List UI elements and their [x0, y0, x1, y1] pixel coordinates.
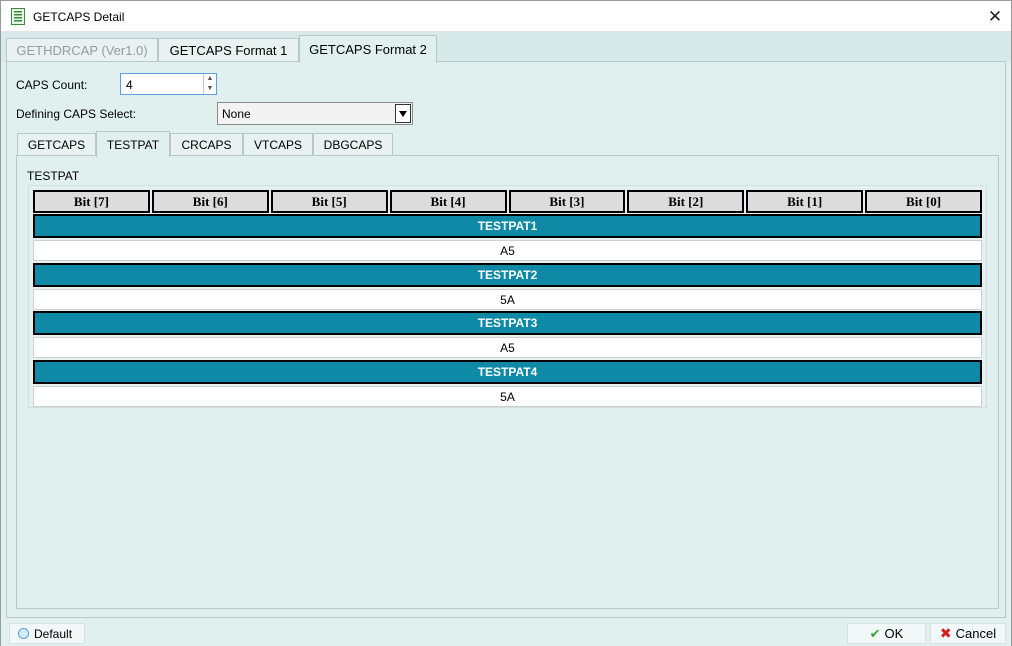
tab-gethdrcap[interactable]: GETHDRCAP (Ver1.0) [6, 38, 158, 62]
tab-vtcaps[interactable]: VTCAPS [243, 133, 313, 156]
tab-crcaps[interactable]: CRCAPS [170, 133, 243, 156]
default-label: Default [34, 626, 73, 641]
chevron-up-icon[interactable]: ▲ [204, 74, 216, 84]
check-icon: ✔ [869, 625, 881, 641]
testpat2-value[interactable]: 5A [33, 289, 982, 310]
testpat3-value[interactable]: A5 [33, 337, 982, 358]
x-icon: ✖ [939, 625, 952, 641]
radio-icon [18, 628, 29, 639]
tab-testpat[interactable]: TESTPAT [96, 131, 170, 157]
caps-count-value: 4 [126, 78, 133, 92]
defining-caps-select[interactable]: None [217, 102, 413, 125]
cancel-button[interactable]: ✖ Cancel [930, 623, 1006, 644]
defining-caps-value: None [222, 107, 251, 121]
testpat-grid: Bit [7] Bit [6] Bit [5] Bit [4] Bit [3] … [28, 185, 987, 408]
getcaps-detail-window: GETCAPS Detail ✕ GETHDRCAP (Ver1.0) GETC… [0, 0, 1012, 646]
bit-header-4: Bit [4] [389, 190, 507, 213]
status-bar: Default ✔ OK ✖ Cancel [1, 619, 1011, 646]
defining-caps-label: Defining CAPS Select: [16, 107, 137, 121]
tab-label: GETCAPS Format 2 [309, 42, 427, 57]
bit-header-0: Bit [0] [865, 190, 982, 213]
tab-content: CAPS Count: 4 ▲ ▼ Defining CAPS Select: … [6, 61, 1006, 618]
tab-getcaps[interactable]: GETCAPS [17, 133, 96, 156]
tab-label: GETCAPS [27, 138, 86, 152]
tab-label: CRCAPS [181, 138, 232, 152]
tab-getcaps-format-1[interactable]: GETCAPS Format 1 [158, 38, 299, 62]
ok-label: OK [884, 626, 904, 641]
tab-label: TESTPAT [106, 137, 160, 152]
close-button[interactable]: ✕ [979, 1, 1011, 32]
testpat4-value[interactable]: 5A [33, 386, 982, 407]
window-title: GETCAPS Detail [33, 10, 125, 24]
testpat4-header: TESTPAT4 [33, 360, 982, 384]
close-icon: ✕ [987, 6, 1003, 26]
tab-label: GETCAPS Format 1 [169, 43, 288, 58]
caps-count-label: CAPS Count: [16, 78, 88, 92]
caps-count-stepper[interactable]: 4 ▲ ▼ [120, 73, 217, 95]
title-bar: GETCAPS Detail ✕ [1, 1, 1011, 32]
testpat-panel: TESTPAT Bit [7] Bit [6] Bit [5] Bit [4] … [16, 155, 999, 609]
dropdown-button[interactable] [395, 104, 411, 123]
default-button[interactable]: Default [9, 623, 85, 644]
bit-header-1: Bit [1] [746, 190, 864, 213]
bit-header-2: Bit [2] [627, 190, 745, 213]
testpat1-header: TESTPAT1 [33, 214, 982, 238]
tab-label: DBGCAPS [323, 138, 383, 152]
tab-label: GETHDRCAP (Ver1.0) [16, 43, 148, 58]
tab-dbgcaps[interactable]: DBGCAPS [313, 133, 393, 156]
bit-header-3: Bit [3] [508, 190, 626, 213]
bit-header-5: Bit [5] [270, 190, 388, 213]
bit-header-6: Bit [6] [151, 190, 269, 213]
testpat2-header: TESTPAT2 [33, 263, 982, 287]
cancel-label: Cancel [955, 626, 997, 641]
tab-label: VTCAPS [253, 138, 302, 152]
main-tab-strip: GETHDRCAP (Ver1.0) GETCAPS Format 1 GETC… [1, 32, 1011, 63]
stepper-arrows[interactable]: ▲ ▼ [203, 74, 216, 94]
tab-getcaps-format-2[interactable]: GETCAPS Format 2 [299, 35, 437, 63]
chevron-down-icon[interactable]: ▼ [204, 84, 216, 94]
testpat3-header: TESTPAT3 [33, 311, 982, 335]
bit-header-7: Bit [7] [33, 190, 150, 213]
dropdown-arrow-icon [399, 110, 407, 117]
testpat1-value[interactable]: A5 [33, 240, 982, 261]
bit-header-row: Bit [7] Bit [6] Bit [5] Bit [4] Bit [3] … [33, 190, 982, 213]
document-list-icon [11, 8, 25, 25]
section-title: TESTPAT [27, 169, 80, 183]
ok-button[interactable]: ✔ OK [847, 623, 926, 644]
